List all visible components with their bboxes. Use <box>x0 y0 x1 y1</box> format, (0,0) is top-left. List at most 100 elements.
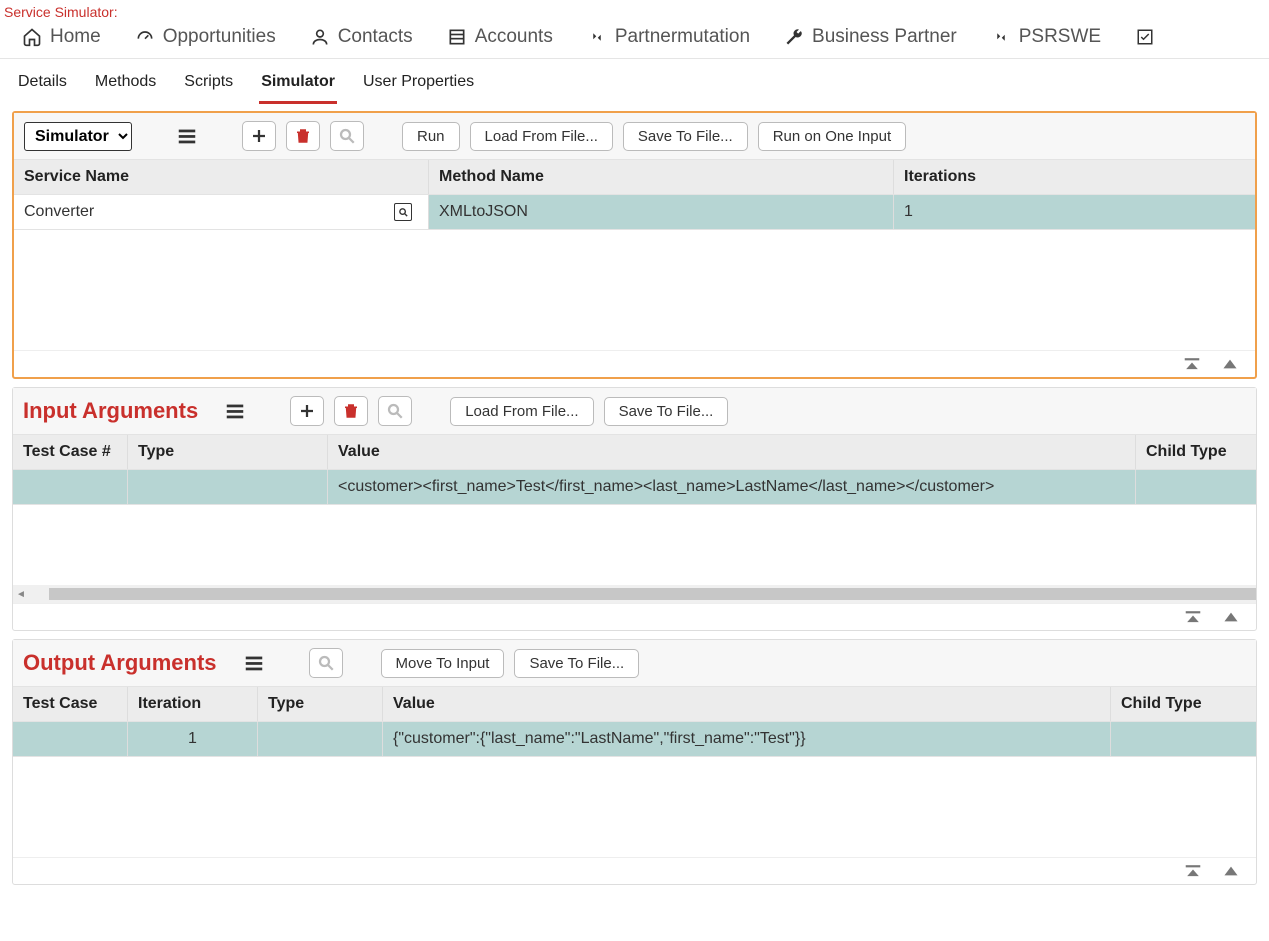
menu-icon[interactable] <box>170 121 204 151</box>
output-grid-header: Test Case Iteration Type Value Child Typ… <box>13 687 1256 722</box>
save-to-file-button[interactable]: Save To File... <box>604 397 729 426</box>
search-button[interactable] <box>330 121 364 151</box>
input-footer <box>13 603 1256 630</box>
tab-simulator[interactable]: Simulator <box>259 69 337 104</box>
cell-value: Converter <box>24 203 94 221</box>
col-value[interactable]: Value <box>328 435 1136 469</box>
cell-testcase[interactable] <box>13 470 128 504</box>
menu-icon[interactable] <box>218 396 252 426</box>
checkbox-icon <box>1135 27 1155 47</box>
tab-scripts[interactable]: Scripts <box>182 69 235 104</box>
nav-label: Business Partner <box>812 26 957 48</box>
delete-button[interactable] <box>334 396 368 426</box>
input-row[interactable]: <customer><first_name>Test</first_name><… <box>13 470 1256 505</box>
nav-partnermutation[interactable]: Partnermutation <box>587 26 750 48</box>
output-body-empty <box>13 757 1256 857</box>
cell-iteration[interactable]: 1 <box>128 722 258 756</box>
wrench-icon <box>784 27 804 47</box>
output-toolbar: Output Arguments Move To Input Save To F… <box>13 640 1256 687</box>
nav-business-partner[interactable]: Business Partner <box>784 26 957 48</box>
col-iterations[interactable]: Iterations <box>894 160 1255 194</box>
cell-child-type[interactable] <box>1111 722 1256 756</box>
collapse-up-icon[interactable] <box>1220 862 1242 880</box>
breadcrumb: Service Simulator: <box>0 0 1269 22</box>
nav-accounts[interactable]: Accounts <box>447 26 553 48</box>
run-button[interactable]: Run <box>402 122 460 151</box>
cell-child-type[interactable] <box>1136 470 1256 504</box>
nav-label: Accounts <box>475 26 553 48</box>
person-icon <box>310 27 330 47</box>
run-on-one-input-button[interactable]: Run on One Input <box>758 122 906 151</box>
input-toolbar: Input Arguments Load From File... Save T… <box>13 388 1256 435</box>
col-child-type[interactable]: Child Type <box>1111 687 1256 721</box>
simulator-row[interactable]: Converter XMLtoJSON 1 <box>14 195 1255 230</box>
nav-label: Partnermutation <box>615 26 750 48</box>
move-to-input-button[interactable]: Move To Input <box>381 649 505 678</box>
cell-value[interactable]: <customer><first_name>Test</first_name><… <box>328 470 1136 504</box>
delete-button[interactable] <box>286 121 320 151</box>
add-button[interactable] <box>290 396 324 426</box>
collapse-top-icon[interactable] <box>1182 608 1204 626</box>
cell-type[interactable] <box>128 470 328 504</box>
collapse-up-icon[interactable] <box>1220 608 1242 626</box>
top-navigation: Home Opportunities Contacts Accounts Par… <box>0 22 1269 59</box>
col-method-name[interactable]: Method Name <box>429 160 894 194</box>
simulator-panel: Simulator Run Load From File... Save To … <box>12 111 1257 379</box>
input-body-empty <box>13 505 1256 585</box>
cell-method-name[interactable]: XMLtoJSON <box>429 195 894 229</box>
col-child-type[interactable]: Child Type <box>1136 435 1256 469</box>
col-testcase[interactable]: Test Case <box>13 687 128 721</box>
cell-value[interactable]: {"customer":{"last_name":"LastName","fir… <box>383 722 1111 756</box>
nav-label: PSRSWE <box>1019 26 1101 48</box>
list-icon <box>447 27 467 47</box>
input-grid-header: Test Case # Type Value Child Type <box>13 435 1256 470</box>
load-from-file-button[interactable]: Load From File... <box>450 397 593 426</box>
nav-more[interactable] <box>1135 27 1155 47</box>
col-type[interactable]: Type <box>128 435 328 469</box>
load-from-file-button[interactable]: Load From File... <box>470 122 613 151</box>
save-to-file-button[interactable]: Save To File... <box>514 649 639 678</box>
col-value[interactable]: Value <box>383 687 1111 721</box>
scroll-thumb[interactable] <box>49 588 1256 600</box>
output-arguments-panel: Output Arguments Move To Input Save To F… <box>12 639 1257 885</box>
simulator-toolbar: Simulator Run Load From File... Save To … <box>14 113 1255 160</box>
output-row[interactable]: 1 {"customer":{"last_name":"LastName","f… <box>13 722 1256 757</box>
nav-psrswe[interactable]: PSRSWE <box>991 26 1101 48</box>
col-type[interactable]: Type <box>258 687 383 721</box>
lookup-icon[interactable] <box>394 203 412 221</box>
col-iteration[interactable]: Iteration <box>128 687 258 721</box>
col-testcase[interactable]: Test Case # <box>13 435 128 469</box>
cell-testcase[interactable] <box>13 722 128 756</box>
horizontal-scrollbar[interactable]: ◄ <box>13 585 1256 603</box>
cell-type[interactable] <box>258 722 383 756</box>
collapse-up-icon[interactable] <box>1219 355 1241 373</box>
simulator-footer <box>14 350 1255 377</box>
scroll-left-icon[interactable]: ◄ <box>13 589 29 600</box>
simulator-dropdown[interactable]: Simulator <box>24 122 132 151</box>
nav-home[interactable]: Home <box>22 26 101 48</box>
cell-service-name[interactable]: Converter <box>14 195 429 229</box>
col-service-name[interactable]: Service Name <box>14 160 429 194</box>
collapse-top-icon[interactable] <box>1181 355 1203 373</box>
input-title: Input Arguments <box>23 398 198 424</box>
simulator-body-empty <box>14 230 1255 350</box>
nav-contacts[interactable]: Contacts <box>310 26 413 48</box>
add-button[interactable] <box>242 121 276 151</box>
search-button[interactable] <box>378 396 412 426</box>
home-icon <box>22 27 42 47</box>
nav-opportunities[interactable]: Opportunities <box>135 26 276 48</box>
output-footer <box>13 857 1256 884</box>
input-arguments-panel: Input Arguments Load From File... Save T… <box>12 387 1257 631</box>
output-title: Output Arguments <box>23 650 217 676</box>
secondary-tabs: Details Methods Scripts Simulator User P… <box>0 59 1269 105</box>
search-button[interactable] <box>309 648 343 678</box>
tab-user-properties[interactable]: User Properties <box>361 69 476 104</box>
menu-icon[interactable] <box>237 648 271 678</box>
tab-methods[interactable]: Methods <box>93 69 158 104</box>
nav-label: Opportunities <box>163 26 276 48</box>
cell-iterations[interactable]: 1 <box>894 195 1255 229</box>
save-to-file-button[interactable]: Save To File... <box>623 122 748 151</box>
nav-label: Home <box>50 26 101 48</box>
collapse-top-icon[interactable] <box>1182 862 1204 880</box>
tab-details[interactable]: Details <box>16 69 69 104</box>
